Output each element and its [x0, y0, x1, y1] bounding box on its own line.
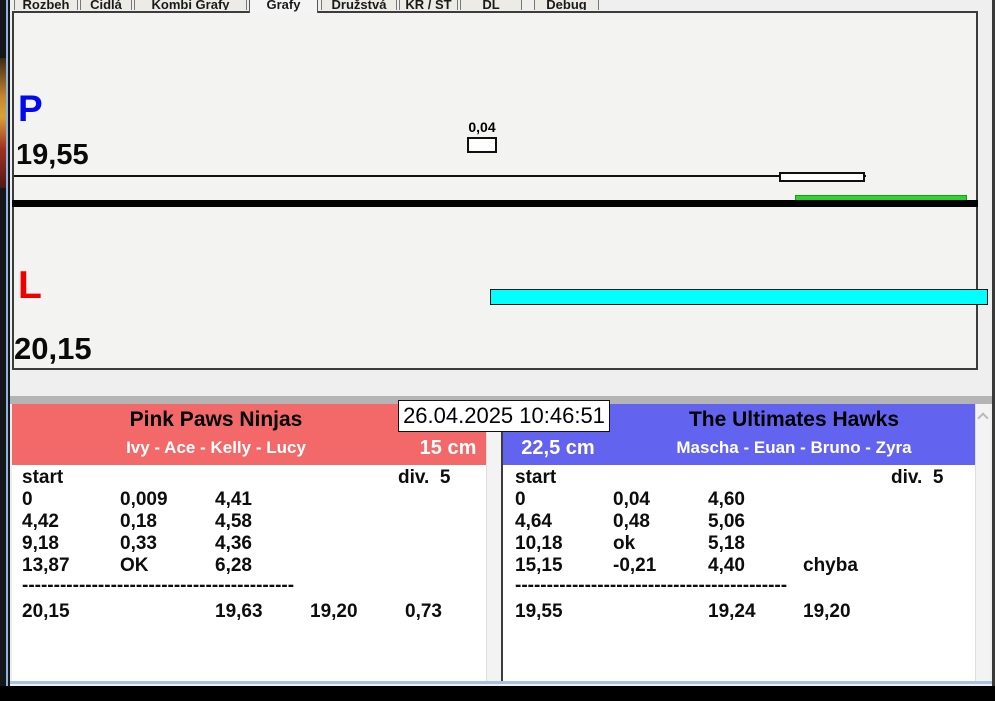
cell: 13,87 — [22, 555, 70, 577]
total-cell: 20,15 — [22, 601, 70, 623]
cell: ok — [613, 533, 635, 555]
scroll-up-icon[interactable] — [977, 412, 988, 423]
table-row: 0 0,04 4,60 — [505, 489, 975, 511]
lane-p-total-time: 19,55 — [16, 141, 89, 170]
graph-frame: P 19,55 0,04 L 20,15 — [12, 11, 978, 370]
tab-cidla[interactable]: Čidlá — [80, 0, 132, 10]
tab-grafy[interactable]: Grafy — [249, 0, 318, 13]
lane-p-white-bar — [779, 172, 865, 182]
table-totals-row: 19,55 19,24 19,20 — [505, 601, 975, 623]
lane-p-label: P — [18, 90, 43, 127]
cell: 4,64 — [515, 511, 552, 533]
total-cell: 19,20 — [803, 601, 851, 623]
team-panel-right: 22,5 cm The Ultimates Hawks Mascha - Eua… — [501, 404, 989, 681]
window-bottom-border — [10, 681, 992, 684]
table-row: 15,15 -0,21 4,40 chyba — [505, 555, 975, 577]
table-row: 13,87 OK 6,28 — [12, 555, 486, 577]
cell: 0 — [22, 489, 33, 511]
cell: -0,21 — [613, 555, 656, 577]
cell: 0,33 — [120, 533, 157, 555]
cell: OK — [120, 555, 149, 577]
scrollbar-left-panel[interactable] — [486, 404, 502, 681]
app-window: Rozbeh Čidlá Kombi Grafy Grafy Družstvá … — [10, 0, 995, 686]
tab-kombi-grafy[interactable]: Kombi Grafy — [134, 0, 247, 10]
lane-p-marker-box — [467, 137, 497, 153]
tab-rozbeh[interactable]: Rozbeh — [14, 0, 78, 10]
team-right-run-table: start div. 5 0 0,04 4,60 4,64 0,48 5,06 … — [505, 465, 975, 681]
cell: 0 — [515, 489, 526, 511]
cell: 5,18 — [708, 533, 745, 555]
cell: 0,04 — [613, 489, 650, 511]
lane-divider — [12, 200, 978, 207]
lane-l-total-time: 20,15 — [14, 333, 92, 364]
cell: 10,18 — [515, 533, 563, 555]
tab-debug[interactable]: Debug — [534, 0, 599, 10]
cell: chyba — [803, 555, 858, 577]
cell: 15,15 — [515, 555, 563, 577]
table-start-label: start — [22, 467, 63, 489]
total-cell: 19,63 — [215, 601, 263, 623]
table-row: 4,64 0,48 5,06 — [505, 511, 975, 533]
team-panel-left: Pink Paws Ninjas Ivy - Ace - Kelly - Luc… — [12, 404, 501, 681]
tab-dl[interactable]: DL — [460, 0, 522, 10]
table-row: 4,42 0,18 4,58 — [12, 511, 486, 533]
total-cell: 19,24 — [708, 601, 756, 623]
cell: 0,18 — [120, 511, 157, 533]
total-cell: 0,73 — [405, 601, 442, 623]
lane-p-axis-line — [14, 175, 866, 177]
desktop-edge-strip — [0, 0, 10, 686]
table-row: 10,18 ok 5,18 — [505, 533, 975, 555]
lane-p-marker-value: 0,04 — [462, 119, 502, 135]
table-totals-row: 20,15 19,63 19,20 0,73 — [12, 601, 486, 623]
cell: 0,48 — [613, 511, 650, 533]
timestamp-box: 26.04.2025 10:46:51 — [398, 400, 610, 432]
window-edge-highlight — [6, 0, 8, 686]
table-div-label: div. 5 — [891, 467, 943, 489]
cell: 4,58 — [215, 511, 252, 533]
cell: 4,60 — [708, 489, 745, 511]
team-right-hurdle-height: 22,5 cm — [513, 436, 603, 460]
table-row: 9,18 0,33 4,36 — [12, 533, 486, 555]
team-left-hurdle-height: 15 cm — [410, 436, 486, 460]
cell: 4,40 — [708, 555, 745, 577]
tab-druzstva[interactable]: Družstvá — [321, 0, 397, 10]
cell: 6,28 — [215, 555, 252, 577]
cell: 0,009 — [120, 489, 168, 511]
cell: 9,18 — [22, 533, 59, 555]
lane-l-label: L — [18, 266, 42, 305]
lane-l-cyan-bar — [490, 289, 988, 305]
team-left-run-table: start div. 5 0 0,009 4,41 4,42 0,18 4,58… — [12, 465, 486, 681]
team-left-members: Ivy - Ace - Kelly - Lucy — [12, 436, 420, 460]
total-cell: 19,55 — [515, 601, 563, 623]
scrollbar-right-panel[interactable] — [975, 404, 990, 681]
table-row: 0 0,009 4,41 — [12, 489, 486, 511]
total-cell: 19,20 — [310, 601, 358, 623]
team-right-name: The Ultimates Hawks — [599, 406, 989, 434]
table-div-label: div. 5 — [398, 467, 450, 489]
tab-kr-st[interactable]: KR / ST — [399, 0, 458, 10]
cell: 4,42 — [22, 511, 59, 533]
cell: 5,06 — [708, 511, 745, 533]
cell: 4,36 — [215, 533, 252, 555]
cell: 4,41 — [215, 489, 252, 511]
team-right-members: Mascha - Euan - Bruno - Zyra — [599, 436, 989, 460]
table-start-label: start — [515, 467, 556, 489]
table-separator: ----------------------------------------… — [515, 579, 800, 593]
team-left-name: Pink Paws Ninjas — [12, 406, 420, 434]
table-separator: ----------------------------------------… — [22, 579, 307, 593]
